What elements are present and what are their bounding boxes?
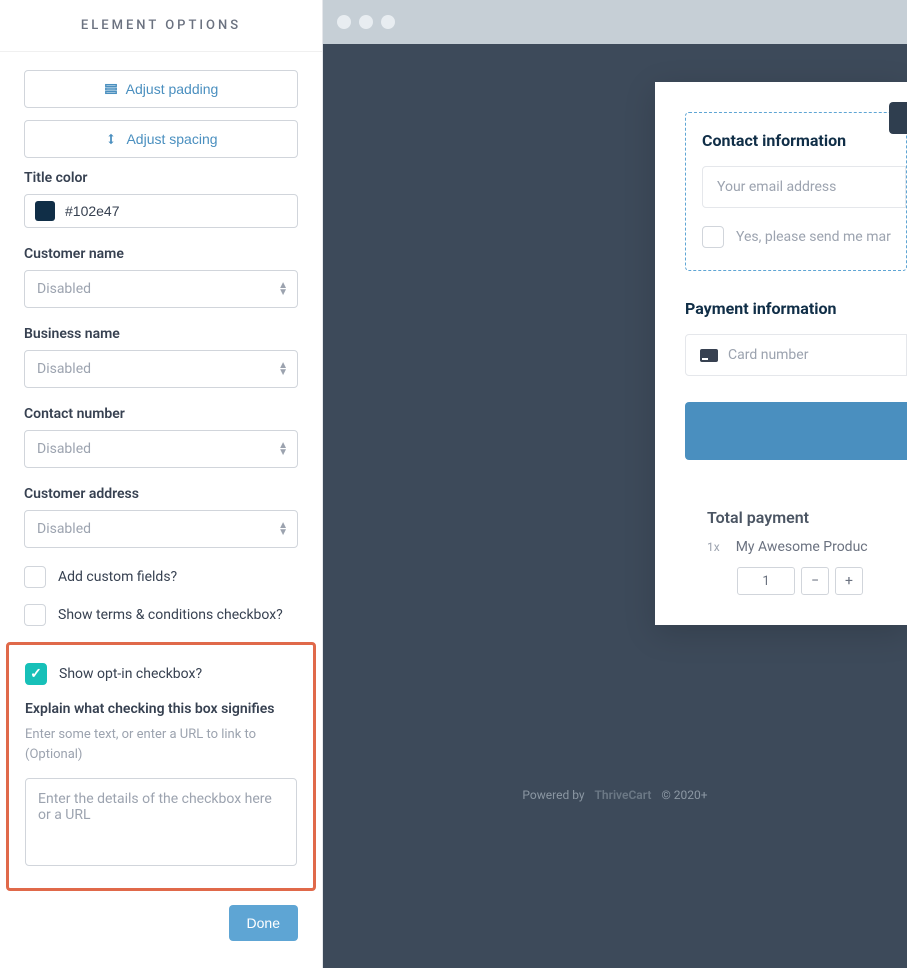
credit-card-icon [700,349,718,362]
adjust-spacing-button[interactable]: Adjust spacing [24,120,298,158]
customer-name-label: Customer name [24,246,298,262]
panel-title: ELEMENT OPTIONS [0,0,322,52]
contact-title: Contact information [702,131,906,150]
qty-input[interactable]: 1 [737,567,795,595]
footer: Powered by ThriveCart © 2020+ [323,788,907,802]
adjust-padding-button[interactable]: Adjust padding [24,70,298,108]
total-title: Total payment [707,508,907,527]
add-custom-fields-checkbox[interactable] [24,566,46,588]
customer-address-label: Customer address [24,486,298,502]
title-color-field[interactable] [24,194,298,228]
email-input[interactable]: Your email address [702,166,906,208]
browser-titlebar [323,0,907,44]
contact-section[interactable]: Contact information Your email address Y… [685,112,907,271]
preview-pane: Contact information Your email address Y… [323,0,907,968]
optin-checkbox[interactable] [702,226,724,248]
sidebar: ELEMENT OPTIONS Adjust padding Adjust sp… [0,0,323,968]
contact-number-select[interactable]: Disabled [24,430,298,468]
show-terms-label: Show terms & conditions checkbox? [58,607,283,623]
traffic-light-icon [337,15,351,29]
padding-icon [104,82,118,96]
done-button[interactable]: Done [229,905,298,941]
add-custom-fields-label: Add custom fields? [58,569,177,585]
copyright: © 2020+ [661,788,707,802]
customer-address-select[interactable]: Disabled [24,510,298,548]
business-name-select[interactable]: Disabled [24,350,298,388]
totals-section: Total payment 1x My Awesome Produc 1 − + [685,508,907,595]
title-color-input[interactable] [65,203,287,219]
payment-title: Payment information [685,299,907,318]
show-optin-checkbox[interactable] [25,663,47,685]
sidebar-content: Adjust padding Adjust spacing Title colo… [0,52,322,959]
explain-textarea[interactable] [25,778,297,866]
color-swatch[interactable] [35,201,55,221]
card-number-input[interactable]: Card number [685,334,907,376]
checkout-card: Contact information Your email address Y… [655,82,907,625]
brand-logo: ThriveCart [595,788,652,802]
payment-section: Payment information Card number [685,299,907,460]
spacing-icon [104,132,118,146]
powered-by-label: Powered by [522,788,584,802]
show-optin-label: Show opt-in checkbox? [59,666,202,682]
help-badge[interactable] [889,102,907,134]
submit-button[interactable] [685,402,907,460]
product-name: My Awesome Produc [736,539,868,555]
optin-highlight-box: Show opt-in checkbox? Explain what check… [6,642,316,891]
optin-text: Yes, please send me mar [736,229,891,245]
explain-hint: Enter some text, or enter a URL to link … [25,725,297,764]
traffic-light-icon [359,15,373,29]
show-terms-checkbox[interactable] [24,604,46,626]
qty-plus-button[interactable]: + [835,567,863,595]
qty-prefix: 1x [707,540,720,554]
title-color-label: Title color [24,170,298,186]
customer-name-select[interactable]: Disabled [24,270,298,308]
contact-number-label: Contact number [24,406,298,422]
business-name-label: Business name [24,326,298,342]
explain-label: Explain what checking this box signifies [25,701,297,717]
traffic-light-icon [381,15,395,29]
qty-minus-button[interactable]: − [801,567,829,595]
